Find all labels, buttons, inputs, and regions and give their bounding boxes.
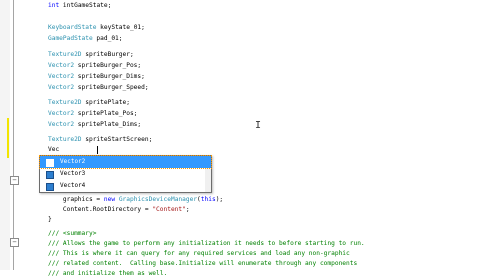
autocomplete-item[interactable]: Vector2 <box>39 155 212 169</box>
code-token: pad_01; <box>92 35 123 42</box>
code-token: int <box>48 2 60 9</box>
code-token: ; <box>185 206 190 213</box>
code-editor[interactable]: int intGameState; KeyboardState keyState_… <box>20 0 480 277</box>
code-token: this <box>200 196 216 203</box>
code-token: GamePadState <box>48 35 93 42</box>
autocomplete-item[interactable]: Vector4 <box>40 180 211 192</box>
code-line[interactable]: Texture2D spritePlate; <box>48 97 130 108</box>
code-token: /// This is where it can query for any r… <box>48 250 350 257</box>
code-token: intGameState; <box>59 2 112 9</box>
code-token: spriteBurger_Dims; <box>74 73 145 80</box>
code-token: /// and initialize them as well. <box>48 270 168 277</box>
code-token: Vector2 <box>48 121 75 128</box>
ibeam-cursor-icon: I <box>255 120 262 131</box>
code-token: spriteStartScreen; <box>81 136 153 143</box>
code-line[interactable]: Vector2 spriteBurger_Dims; <box>48 71 145 82</box>
code-token: "Content" <box>152 206 186 213</box>
code-token: KeyboardState <box>48 24 97 31</box>
collapse-icon[interactable]: − <box>10 176 19 185</box>
code-line[interactable]: Vector2 spritePlate_Dims; <box>48 119 141 130</box>
code-token: keyState_01; <box>96 24 145 31</box>
code-token: Content.RootDirectory = <box>48 206 153 213</box>
code-line[interactable]: Vector2 spriteBurger_Pos; <box>48 60 141 71</box>
collapse-icon[interactable]: − <box>10 238 19 247</box>
code-token: spritePlate_Pos; <box>74 110 138 117</box>
code-token: Vector2 <box>48 110 75 117</box>
struct-icon <box>46 159 54 167</box>
code-token: new <box>103 196 116 203</box>
text-caret <box>97 146 98 154</box>
code-token: Vector2 <box>48 73 75 80</box>
code-token: Vector2 <box>48 62 75 69</box>
code-token: graphics = <box>48 196 104 203</box>
code-token: spritePlate_Dims; <box>74 121 142 128</box>
code-token: /// related content. Calling base.Initia… <box>48 260 358 267</box>
code-token: ); <box>215 196 224 203</box>
code-token: GraphicsDeviceManager <box>118 196 198 203</box>
code-token: spritePlate; <box>81 99 130 106</box>
code-token: /// Allows the game to perform any initi… <box>48 240 365 247</box>
autocomplete-item-label: Vector3 <box>60 170 86 177</box>
code-line[interactable]: Vector2 spritePlate_Pos; <box>48 108 137 119</box>
code-line[interactable]: int intGameState; <box>48 0 111 11</box>
code-token: } <box>48 216 52 223</box>
autocomplete-item-label: Vector2 <box>60 158 86 165</box>
autocomplete-item-label: Vector4 <box>60 182 86 189</box>
code-token: Vector2 <box>48 84 75 91</box>
code-token: Texture2D <box>48 99 82 106</box>
code-token: spriteBurger_Speed; <box>74 84 149 91</box>
code-token: Texture2D <box>48 136 82 143</box>
code-line[interactable]: Vector2 spriteBurger_Speed; <box>48 82 149 93</box>
change-indicator <box>7 118 9 158</box>
code-line[interactable]: Vec <box>48 144 59 155</box>
code-line[interactable]: } <box>48 214 52 225</box>
code-token: /// <summary> <box>48 230 97 237</box>
code-line[interactable]: Texture2D spriteStartScreen; <box>48 134 152 145</box>
code-line[interactable]: Texture2D spriteBurger; <box>48 49 134 60</box>
autocomplete-popup[interactable]: Vector2 Vector3 Vector4 <box>39 155 212 193</box>
struct-icon <box>46 171 54 179</box>
code-token: Vec <box>48 146 60 153</box>
code-line[interactable]: Content.RootDirectory = "Content"; <box>48 204 190 215</box>
code-line[interactable]: KeyboardState keyState_01; <box>48 22 145 33</box>
struct-icon <box>46 183 54 191</box>
autocomplete-item[interactable]: Vector3 <box>40 168 211 180</box>
code-token: Texture2D <box>48 51 82 58</box>
code-line[interactable]: GamePadState pad_01; <box>48 33 123 44</box>
code-token: spriteBurger_Pos; <box>74 62 142 69</box>
outline-guide <box>13 0 14 270</box>
code-token: spriteBurger; <box>81 51 134 58</box>
